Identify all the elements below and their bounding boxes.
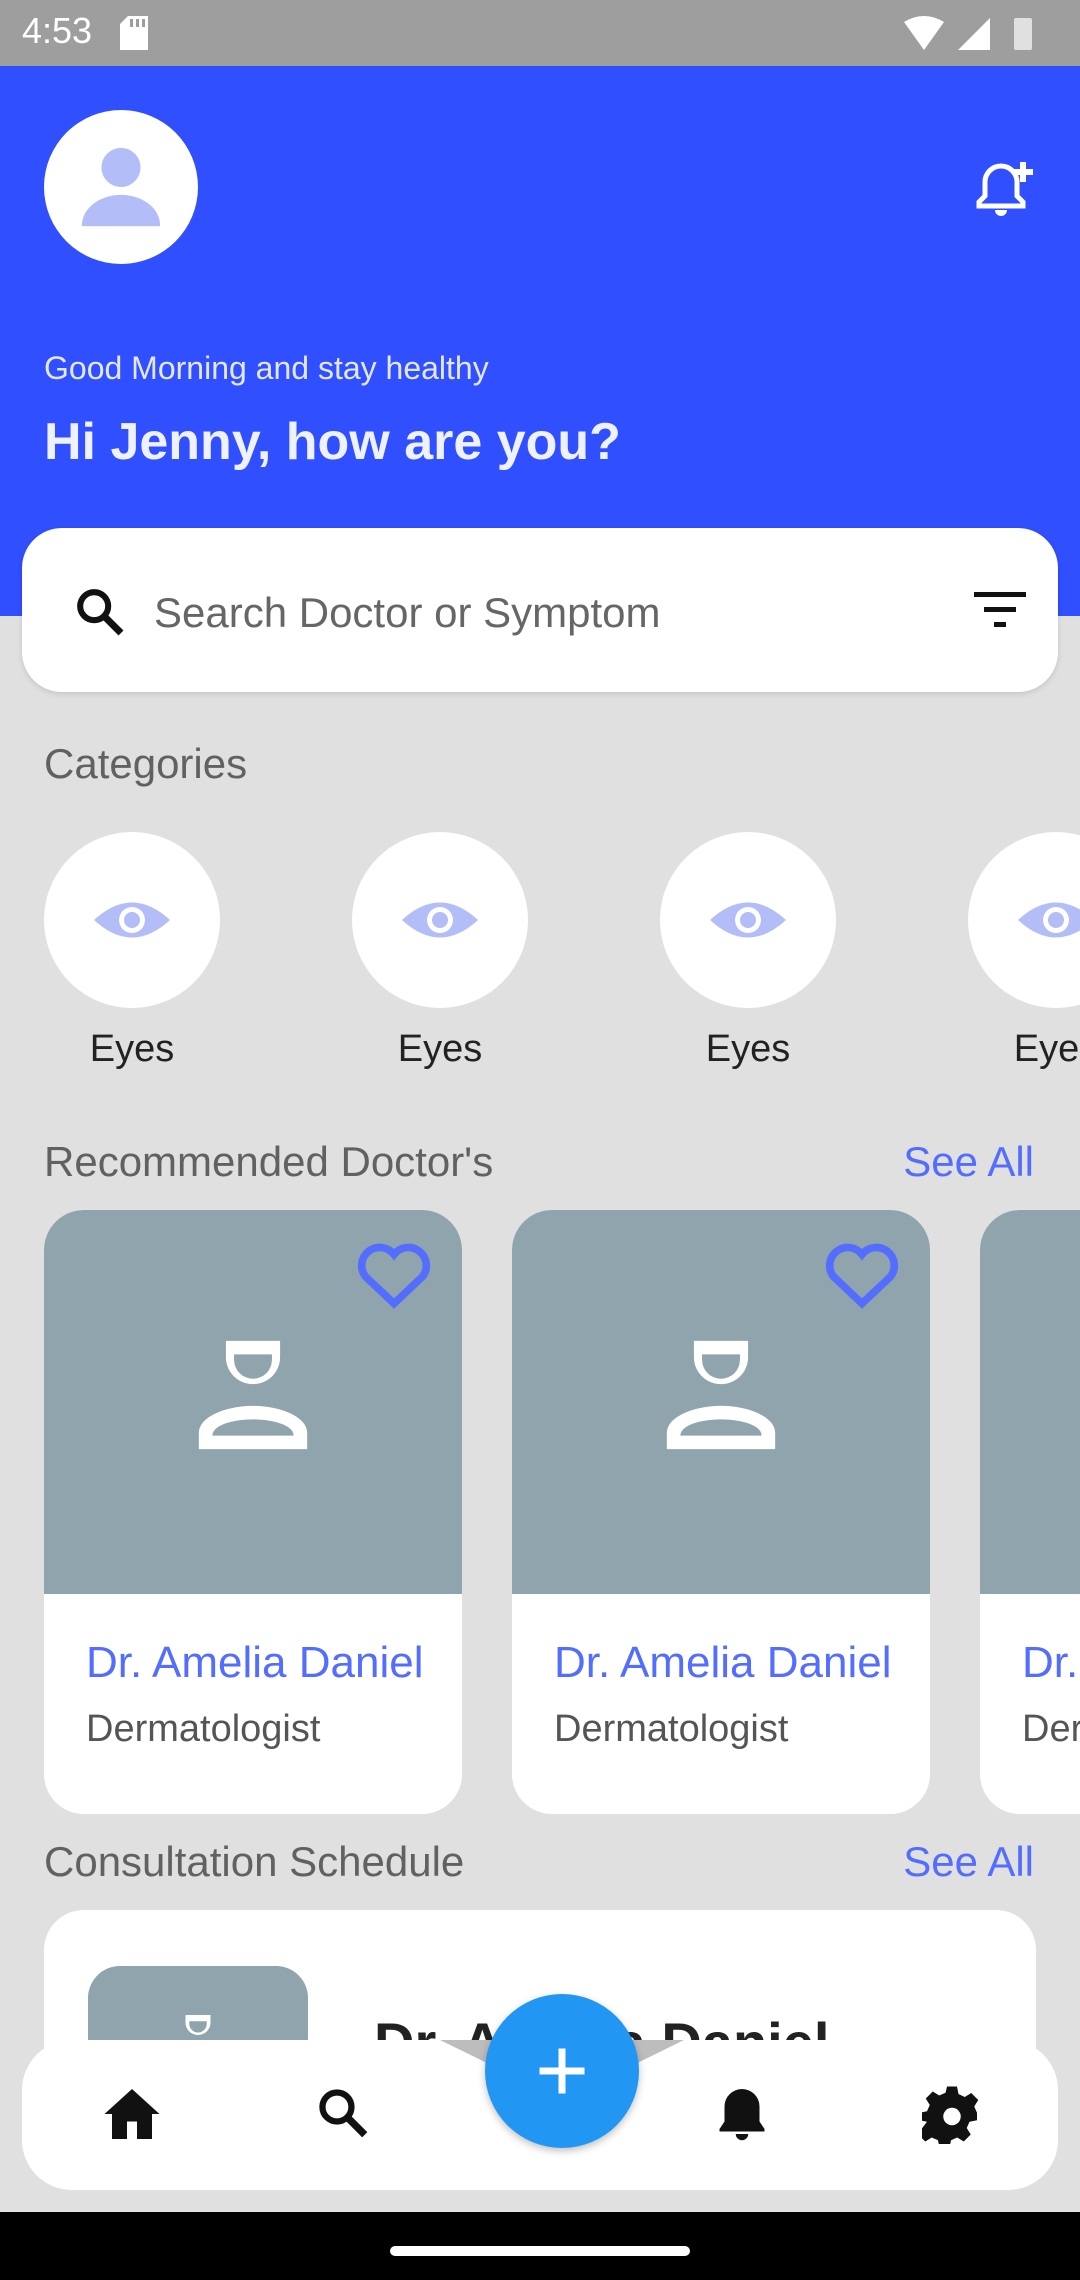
categories-title: Categories (44, 740, 248, 787)
system-nav-bar (0, 2212, 1080, 2280)
greeting-title: Hi Jenny, how are you? (44, 413, 621, 471)
avatar[interactable] (44, 110, 198, 264)
doctor-name: Dr. Amelia Daniel (554, 1638, 892, 1687)
category-item[interactable]: Eyes (660, 832, 836, 1070)
search-bar (22, 528, 1058, 692)
doctor-card[interactable]: Dr. Amelia Daniel Dermatologist (512, 1210, 930, 1814)
search-icon[interactable] (314, 2084, 372, 2147)
category-label: Eyes (397, 1028, 483, 1070)
doctor-specialty: Dermatologist (86, 1708, 321, 1750)
battery-icon (1014, 18, 1032, 50)
filter-icon[interactable] (972, 590, 1028, 635)
doctor-name: Dr. Amelia Daniel (1022, 1638, 1080, 1687)
doctor-specialty: Dermatologist (554, 1708, 789, 1750)
category-item[interactable]: Eyes (968, 832, 1080, 1092)
status-time: 4:53 (22, 10, 93, 51)
category-item[interactable]: Eyes (44, 832, 220, 1070)
heart-icon[interactable] (356, 1240, 432, 1310)
see-all-consultations-link[interactable]: See All (903, 1838, 1034, 1886)
doctor-specialty: Dermatologist (1022, 1708, 1080, 1750)
doctor-card[interactable]: Dr. Amelia Daniel Dermatologist (980, 1210, 1080, 1814)
person-icon (81, 147, 161, 227)
sd-card-icon (120, 16, 148, 55)
category-label: Eyes (1013, 1028, 1080, 1070)
doctor-name: Dr. Amelia Daniel (86, 1638, 424, 1687)
eye-icon (1018, 902, 1080, 938)
doctor-icon (666, 1340, 776, 1450)
consultation-title: Consultation Schedule (44, 1838, 465, 1885)
category-item[interactable]: Eyes (352, 832, 528, 1070)
eye-icon (402, 902, 478, 938)
wifi-icon (904, 16, 944, 50)
category-circle (968, 832, 1080, 1008)
search-icon (72, 584, 128, 645)
category-label: Eyes (705, 1028, 791, 1070)
home-icon[interactable] (102, 2084, 162, 2149)
add-alert-icon[interactable] (975, 158, 1039, 223)
bell-icon[interactable] (712, 2084, 772, 2149)
category-circle (352, 832, 528, 1008)
status-bar: 4:53 (0, 0, 1080, 66)
status-icons (902, 14, 1052, 59)
eye-icon (710, 902, 786, 938)
eye-icon (94, 902, 170, 938)
heart-icon[interactable] (824, 1240, 900, 1310)
add-button[interactable] (485, 1994, 639, 2148)
settings-icon[interactable] (918, 2084, 982, 2149)
see-all-doctors-link[interactable]: See All (903, 1138, 1034, 1186)
greeting-subtitle: Good Morning and stay healthy (44, 350, 489, 386)
doctor-image (980, 1210, 1080, 1594)
category-label: Eyes (89, 1028, 175, 1070)
add-icon (539, 2048, 585, 2094)
home-indicator[interactable] (390, 2246, 690, 2256)
category-circle (660, 832, 836, 1008)
doctor-card[interactable]: Dr. Amelia Daniel Dermatologist (44, 1210, 462, 1814)
doctor-image (512, 1210, 930, 1594)
category-circle (44, 832, 220, 1008)
doctor-icon (198, 1340, 308, 1450)
signal-icon (958, 18, 990, 50)
recommended-title: Recommended Doctor's (44, 1138, 494, 1185)
search-input[interactable] (152, 582, 916, 644)
doctor-image (44, 1210, 462, 1594)
